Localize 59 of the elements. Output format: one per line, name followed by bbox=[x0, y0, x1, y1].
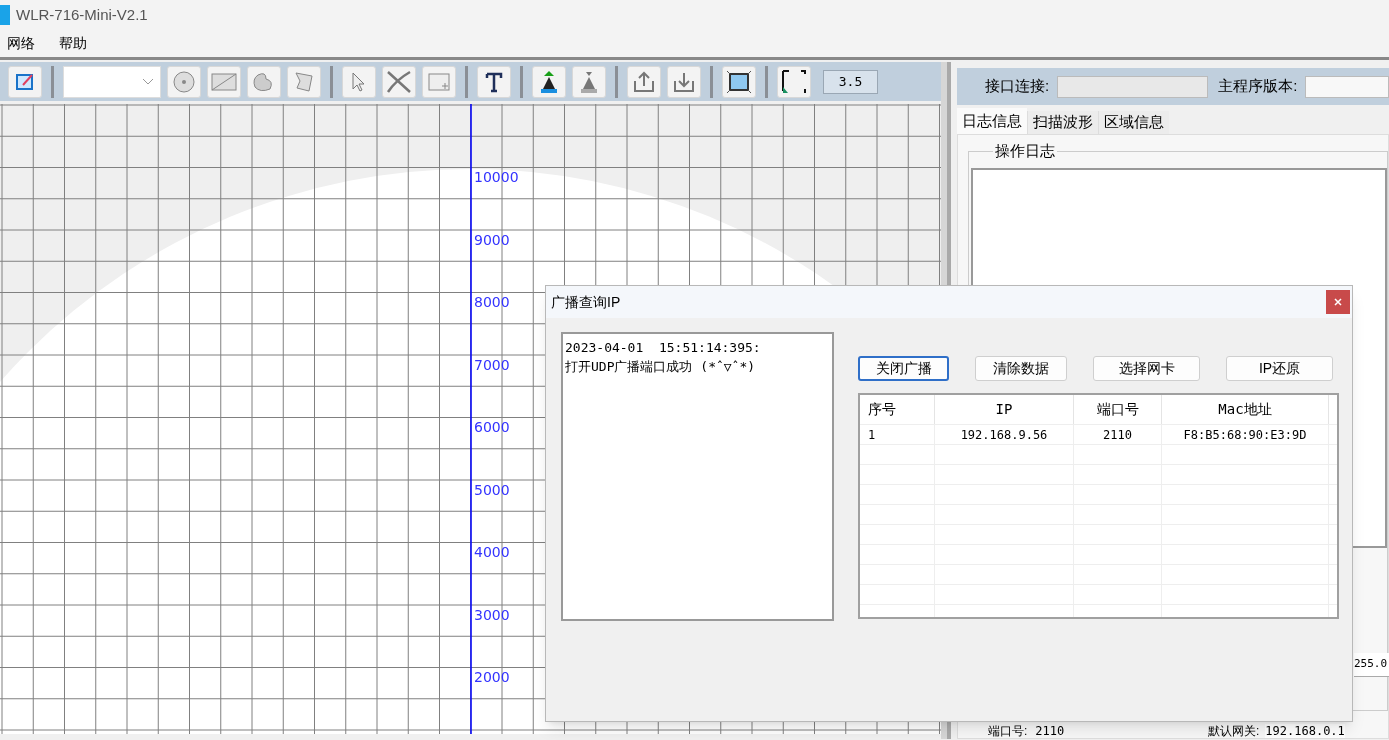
field-value: 2110 bbox=[1035, 724, 1065, 738]
rectangle-icon[interactable] bbox=[207, 65, 241, 98]
tab[interactable]: 日志信息 bbox=[957, 108, 1027, 134]
axis-label: 2000 bbox=[474, 669, 510, 685]
table-cell: 192.168.9.56 bbox=[935, 425, 1074, 445]
version-field[interactable] bbox=[1305, 75, 1389, 98]
log-line: 2023-04-01 15:51:14:395: bbox=[565, 339, 762, 357]
column-header[interactable]: 序号 bbox=[860, 395, 935, 424]
corner-axes-icon[interactable] bbox=[777, 65, 811, 98]
table-cell: F8:B5:68:90:E3:9D bbox=[1162, 425, 1329, 445]
upload-icon[interactable] bbox=[627, 65, 661, 98]
axis-label: 9000 bbox=[474, 231, 510, 248]
menu-item[interactable]: 网络 bbox=[7, 33, 35, 54]
group-title: 操作日志 bbox=[993, 142, 1057, 160]
axis-label: 7000 bbox=[474, 356, 510, 373]
window-title: WLR-716-Mini-V2.1 bbox=[16, 4, 148, 25]
log-textbox[interactable]: 2023-04-01 15:51:14:395: 打开UDP广播端口成功 (*ˆ▽ˆ*) bbox=[561, 332, 834, 621]
axis-label: 10000 bbox=[474, 169, 519, 185]
chevron-down-icon bbox=[142, 77, 154, 86]
field-label: 主程序版本: bbox=[1218, 76, 1298, 97]
fit-screen-icon[interactable] bbox=[722, 65, 756, 98]
axis-label: 4000 bbox=[474, 544, 510, 560]
close-button[interactable] bbox=[1326, 290, 1350, 314]
axis-label: 3000 bbox=[474, 606, 510, 623]
field-label: 接口连接: bbox=[985, 76, 1050, 97]
table-cell: 1 bbox=[860, 425, 935, 445]
axis-label: 5000 bbox=[474, 481, 510, 498]
field-label: 端口号: bbox=[988, 724, 1028, 738]
mask-field-text: 255.0 bbox=[1354, 656, 1388, 673]
dialog-button[interactable]: 清除数据 bbox=[975, 356, 1067, 381]
close-icon bbox=[1334, 298, 1342, 306]
download-icon[interactable] bbox=[667, 65, 701, 98]
column-header[interactable]: 端口号 bbox=[1074, 395, 1162, 424]
axis-label: 6000 bbox=[474, 419, 510, 435]
figure-upload-icon[interactable] bbox=[532, 65, 566, 98]
field-value: 192.168.0.1 bbox=[1265, 724, 1345, 738]
table-cell: 2110 bbox=[1074, 425, 1162, 445]
dialog-button[interactable]: 选择网卡 bbox=[1093, 356, 1200, 381]
tab[interactable]: 区域信息 bbox=[1098, 111, 1169, 134]
figure-download-icon[interactable] bbox=[572, 65, 606, 98]
dialog-button[interactable]: 关闭广播 bbox=[858, 356, 949, 381]
field-label: 默认网关: bbox=[1208, 724, 1260, 738]
dialog-button[interactable]: IP还原 bbox=[1226, 356, 1333, 381]
log-line: 打开UDP广播端口成功 (*ˆ▽ˆ*) bbox=[565, 358, 757, 376]
column-header[interactable]: Mac地址 bbox=[1162, 395, 1329, 424]
app-icon bbox=[0, 5, 10, 25]
interface-field[interactable] bbox=[1057, 75, 1209, 98]
pointer-icon[interactable] bbox=[342, 65, 376, 98]
tab[interactable]: 扫描波形 bbox=[1027, 111, 1098, 134]
cross-icon[interactable] bbox=[382, 65, 416, 98]
blob-icon[interactable] bbox=[247, 65, 281, 98]
text-icon[interactable] bbox=[477, 65, 511, 98]
zoom-value-field[interactable]: 3.5 bbox=[823, 69, 878, 94]
menu-item[interactable]: 帮助 bbox=[59, 33, 87, 54]
polygon-icon[interactable] bbox=[287, 65, 321, 98]
axis-label: 8000 bbox=[474, 294, 510, 310]
dialog-title: 广播查询IP bbox=[551, 292, 621, 312]
edit-icon[interactable] bbox=[8, 65, 42, 98]
column-header[interactable]: IP bbox=[935, 395, 1074, 424]
